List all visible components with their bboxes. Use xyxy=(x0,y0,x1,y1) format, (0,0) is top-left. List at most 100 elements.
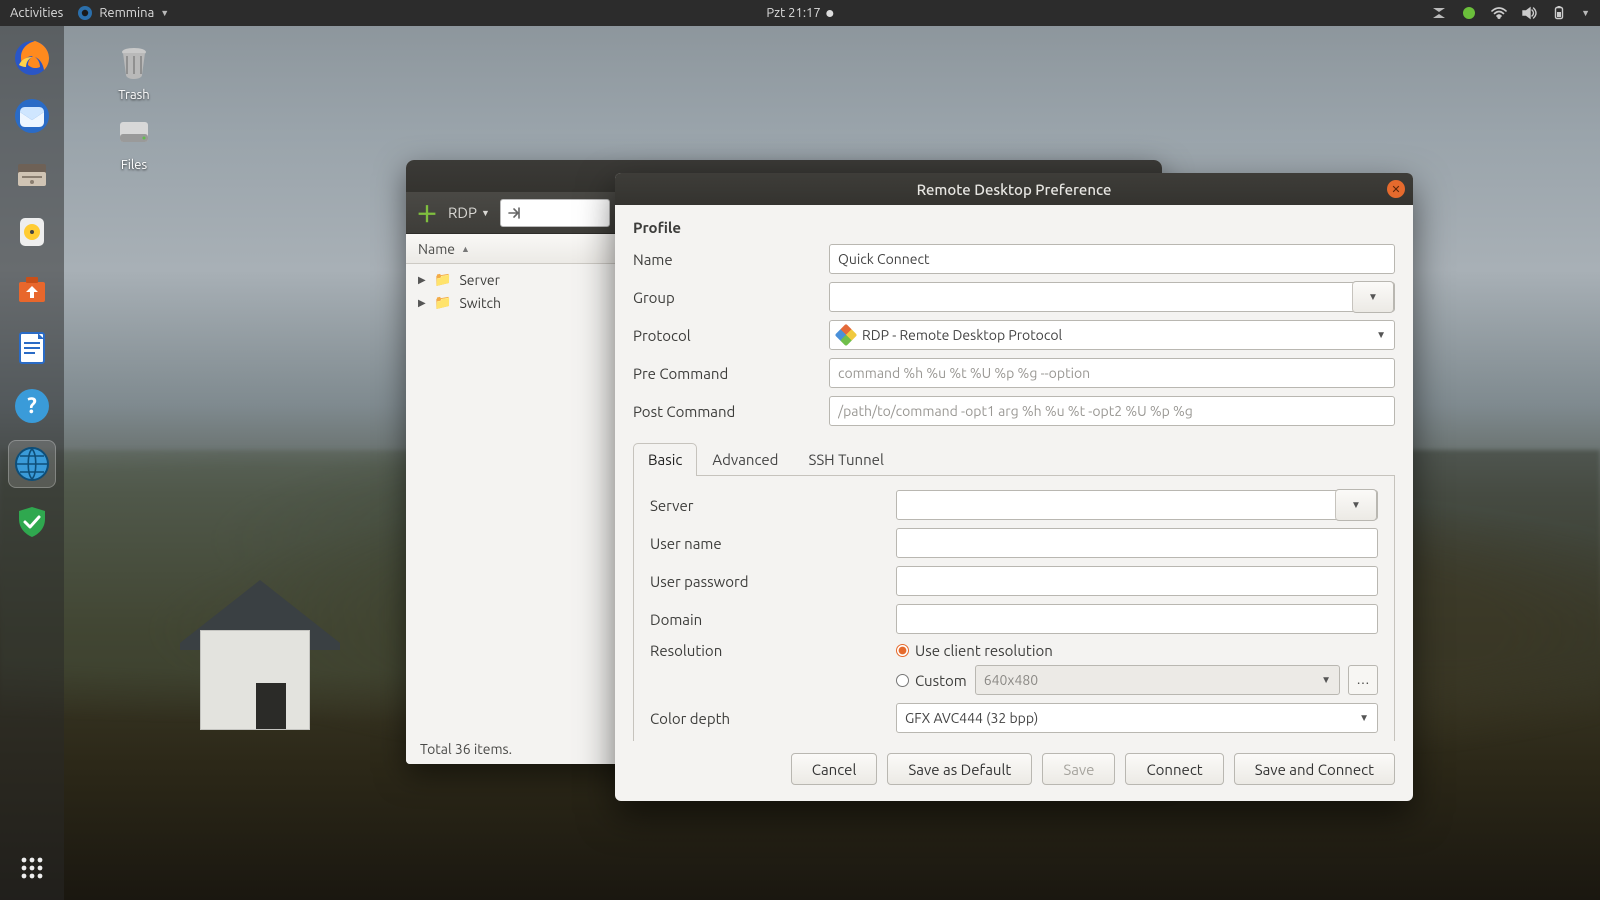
username-input[interactable] xyxy=(896,528,1378,558)
tree-item-label: Server xyxy=(459,272,500,288)
section-profile-title: Profile xyxy=(633,219,1395,236)
resolution-more-button[interactable]: … xyxy=(1348,665,1378,695)
trash-icon xyxy=(112,40,156,84)
label-protocol: Protocol xyxy=(633,327,829,344)
cancel-button[interactable]: Cancel xyxy=(791,753,878,785)
activities-button[interactable]: Activities xyxy=(10,6,63,20)
tab-ssh-tunnel[interactable]: SSH Tunnel xyxy=(793,443,898,476)
dock-app-remmina[interactable] xyxy=(8,440,56,488)
notification-dot-icon xyxy=(827,10,834,17)
remmina-app-icon xyxy=(77,5,93,21)
dock-app-files[interactable] xyxy=(8,150,56,198)
label-pre-command: Pre Command xyxy=(633,365,829,382)
protocol-dropdown-label: RDP xyxy=(448,204,477,221)
dialog-button-bar: Cancel Save as Default Save Connect Save… xyxy=(615,741,1413,801)
save-as-default-button[interactable]: Save as Default xyxy=(887,753,1032,785)
label-domain: Domain xyxy=(650,611,896,628)
label-color-depth: Color depth xyxy=(650,710,896,727)
post-command-input[interactable] xyxy=(829,396,1395,426)
column-header-name: Name xyxy=(418,241,455,257)
pre-command-input[interactable] xyxy=(829,358,1395,388)
dock-app-rhythmbox[interactable] xyxy=(8,208,56,256)
desktop-icon-files[interactable]: Files xyxy=(94,110,174,172)
label-resolution: Resolution xyxy=(650,642,896,659)
dock-app-help[interactable]: ? xyxy=(8,382,56,430)
clock-label: Pzt 21:17 xyxy=(766,6,820,20)
server-combo[interactable]: ▼ xyxy=(896,490,1378,520)
select-value: GFX AVC444 (32 bpp) xyxy=(905,710,1038,726)
custom-resolution-select[interactable]: 640x480 ▼ xyxy=(975,665,1340,695)
desktop-icon-label: Trash xyxy=(94,88,174,102)
system-menu-caret-icon[interactable]: ▼ xyxy=(1581,8,1590,18)
tree-item-label: Switch xyxy=(459,295,501,311)
label-server: Server xyxy=(650,497,896,514)
clock[interactable]: Pzt 21:17 xyxy=(766,6,833,20)
connect-button[interactable]: Connect xyxy=(1125,753,1223,785)
close-button[interactable]: ✕ xyxy=(1387,180,1405,198)
show-applications-button[interactable] xyxy=(0,854,64,882)
rdp-protocol-icon xyxy=(835,324,858,347)
drive-icon xyxy=(112,110,156,154)
folder-icon: 📁 xyxy=(434,294,451,311)
label-post-command: Post Command xyxy=(633,403,829,420)
protocol-dropdown[interactable]: RDP ▼ xyxy=(448,204,490,221)
folder-icon: 📁 xyxy=(434,271,451,288)
desktop-icon-trash[interactable]: Trash xyxy=(94,40,174,102)
battery-icon[interactable] xyxy=(1551,5,1567,21)
dock-app-libreoffice-writer[interactable] xyxy=(8,324,56,372)
chevron-down-icon: ▼ xyxy=(1321,674,1331,686)
connect-icon xyxy=(507,205,523,221)
dock-app-shield[interactable] xyxy=(8,498,56,546)
radio-input[interactable] xyxy=(896,674,909,687)
desktop-icon-label: Files xyxy=(94,158,174,172)
expander-icon: ▶ xyxy=(418,274,430,286)
chevron-down-icon: ▼ xyxy=(1376,329,1386,341)
chevron-down-icon: ▼ xyxy=(1359,712,1369,724)
domain-input[interactable] xyxy=(896,604,1378,634)
group-combo[interactable]: ▼ xyxy=(829,282,1395,312)
quick-connect-input[interactable] xyxy=(500,199,610,227)
gnome-top-bar: Activities Remmina ▼ Pzt 21:17 ▼ xyxy=(0,0,1600,26)
password-input[interactable] xyxy=(896,566,1378,596)
label-group: Group xyxy=(633,289,829,306)
volume-icon[interactable] xyxy=(1521,5,1537,21)
app-menu-label: Remmina xyxy=(99,6,154,20)
settings-tabs: Basic Advanced SSH Tunnel xyxy=(633,442,1395,476)
app-menu[interactable]: Remmina ▼ xyxy=(77,5,169,21)
chevron-down-icon: ▼ xyxy=(160,8,169,18)
status-indicator-icon[interactable] xyxy=(1461,5,1477,21)
chevron-down-icon: ▼ xyxy=(1368,291,1378,303)
protocol-combo-value: RDP - Remote Desktop Protocol xyxy=(862,327,1062,343)
status-text: Total 36 items. xyxy=(420,741,512,757)
dialog-titlebar[interactable]: Remote Desktop Preference ✕ xyxy=(615,173,1413,205)
dock-app-software[interactable] xyxy=(8,266,56,314)
wifi-icon[interactable] xyxy=(1491,5,1507,21)
tab-advanced[interactable]: Advanced xyxy=(697,443,793,476)
tab-panel-basic: Server ▼ User name User password Domain xyxy=(633,476,1395,741)
chevron-down-icon: ▼ xyxy=(1351,499,1361,511)
zorin-indicator-icon[interactable] xyxy=(1431,5,1447,21)
dock-app-thunderbird[interactable] xyxy=(8,92,56,140)
chevron-down-icon: ▼ xyxy=(481,208,490,218)
radio-custom-resolution[interactable]: Custom xyxy=(896,672,967,689)
remote-desktop-preference-dialog: Remote Desktop Preference ✕ Profile Name… xyxy=(615,173,1413,801)
expander-icon: ▶ xyxy=(418,297,430,309)
save-and-connect-button[interactable]: Save and Connect xyxy=(1234,753,1395,785)
radio-label: Use client resolution xyxy=(915,642,1053,659)
select-value: 640x480 xyxy=(984,672,1038,688)
sort-ascending-icon: ▲ xyxy=(461,244,470,254)
save-button[interactable]: Save xyxy=(1042,753,1115,785)
color-depth-select[interactable]: GFX AVC444 (32 bpp) ▼ xyxy=(896,703,1378,733)
name-input[interactable] xyxy=(829,244,1395,274)
dock-app-firefox[interactable] xyxy=(8,34,56,82)
radio-input[interactable] xyxy=(896,644,909,657)
svg-text:?: ? xyxy=(27,393,37,418)
radio-use-client-resolution[interactable]: Use client resolution xyxy=(896,642,1378,659)
tab-basic[interactable]: Basic xyxy=(633,443,697,476)
label-username: User name xyxy=(650,535,896,552)
radio-label: Custom xyxy=(915,672,967,689)
launcher-dock: ? xyxy=(0,26,64,900)
add-connection-button[interactable]: ＋ xyxy=(416,197,438,229)
protocol-combo[interactable]: RDP - Remote Desktop Protocol ▼ xyxy=(829,320,1395,350)
label-password: User password xyxy=(650,573,896,590)
